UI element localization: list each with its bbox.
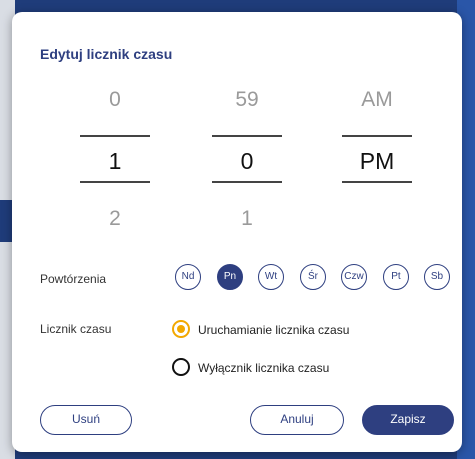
dialog-title: Edytuj licznik czasu <box>40 46 173 62</box>
period-divider-top <box>342 135 412 137</box>
radio-start-timer-dot <box>177 325 185 333</box>
period-prev[interactable]: AM <box>337 88 417 112</box>
hour-next[interactable]: 2 <box>75 207 155 231</box>
minute-next[interactable]: 1 <box>207 207 287 231</box>
start-timer-label[interactable]: Uruchamianie licznika czasu <box>198 323 349 337</box>
period-picker[interactable]: AM PM <box>337 82 417 242</box>
day-tuesday[interactable]: Wt <box>258 264 284 290</box>
save-button[interactable]: Zapisz <box>362 405 454 435</box>
period-selected[interactable]: PM <box>337 148 417 175</box>
day-wednesday[interactable]: Śr <box>300 264 326 290</box>
minute-prev[interactable]: 59 <box>207 88 287 112</box>
hour-selected[interactable]: 1 <box>75 148 155 175</box>
day-monday[interactable]: Pn <box>217 264 243 290</box>
day-saturday[interactable]: Sb <box>424 264 450 290</box>
radio-start-timer[interactable] <box>172 320 190 338</box>
hour-divider-top <box>80 135 150 137</box>
repeat-label: Powtórzenia <box>40 272 107 286</box>
day-sunday[interactable]: Nd <box>175 264 201 290</box>
day-thursday[interactable]: Czw <box>341 264 367 290</box>
timer-label: Licznik czasu <box>40 322 112 336</box>
minute-divider-bottom <box>212 181 282 183</box>
hour-picker[interactable]: 0 1 2 <box>75 82 155 242</box>
minute-selected[interactable]: 0 <box>207 148 287 175</box>
delete-button[interactable]: Usuń <box>40 405 132 435</box>
hour-divider-bottom <box>80 181 150 183</box>
stop-timer-label[interactable]: Wyłącznik licznika czasu <box>198 361 329 375</box>
minute-picker[interactable]: 59 0 1 <box>207 82 287 242</box>
minute-divider-top <box>212 135 282 137</box>
day-friday[interactable]: Pt <box>383 264 409 290</box>
cancel-button[interactable]: Anuluj <box>250 405 344 435</box>
period-divider-bottom <box>342 181 412 183</box>
edit-timer-dialog: Edytuj licznik czasu 0 1 2 59 0 1 AM PM … <box>12 12 462 452</box>
radio-stop-timer[interactable] <box>172 358 190 376</box>
hour-prev[interactable]: 0 <box>75 88 155 112</box>
